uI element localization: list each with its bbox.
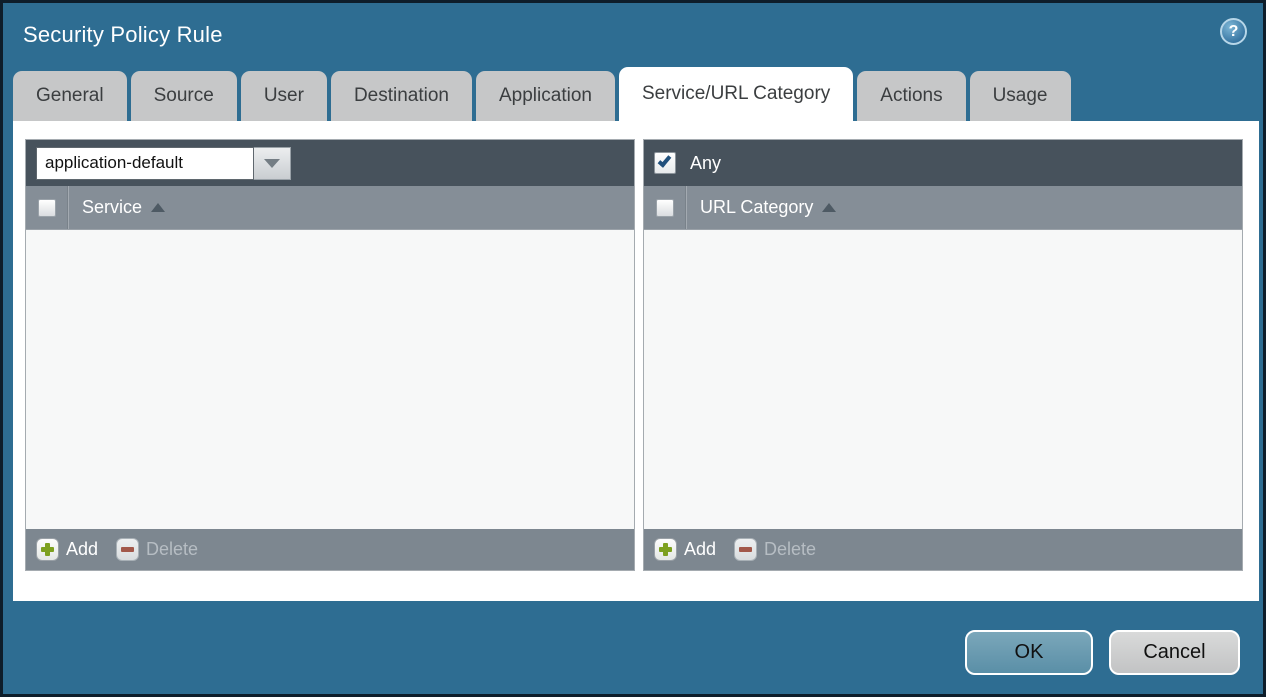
check-icon <box>658 153 672 167</box>
delete-icon <box>734 538 757 561</box>
security-policy-rule-dialog: Security Policy Rule ? General Source Us… <box>0 0 1266 697</box>
tab-usage[interactable]: Usage <box>970 71 1071 121</box>
url-category-toolbar: Any <box>644 140 1242 186</box>
any-label: Any <box>690 153 721 174</box>
service-add-button[interactable]: Add <box>36 538 98 561</box>
sort-ascending-icon[interactable] <box>822 203 836 212</box>
url-category-list-empty[interactable] <box>644 230 1242 529</box>
ok-button[interactable]: OK <box>965 630 1093 675</box>
url-category-select-all-checkbox[interactable] <box>656 199 674 217</box>
tab-destination[interactable]: Destination <box>331 71 472 121</box>
any-checkbox[interactable] <box>654 152 676 174</box>
service-column-header[interactable]: Service <box>82 197 142 218</box>
url-category-delete-button[interactable]: Delete <box>734 538 816 561</box>
service-list-empty[interactable] <box>26 230 634 529</box>
service-select-all-cell <box>26 186 68 229</box>
delete-icon <box>116 538 139 561</box>
service-panel: application-default Service <box>25 139 635 571</box>
tab-application[interactable]: Application <box>476 71 615 121</box>
service-select-all-checkbox[interactable] <box>38 199 56 217</box>
tab-source[interactable]: Source <box>131 71 237 121</box>
service-table-header: Service <box>26 186 634 230</box>
tab-service-url-category[interactable]: Service/URL Category <box>619 67 853 121</box>
dropdown-arrow-button[interactable] <box>254 147 291 180</box>
add-icon <box>654 538 677 561</box>
url-category-select-all-cell <box>644 186 686 229</box>
tab-content-area: application-default Service <box>13 121 1259 601</box>
add-icon <box>36 538 59 561</box>
url-category-table-header: URL Category <box>644 186 1242 230</box>
service-delete-button[interactable]: Delete <box>116 538 198 561</box>
service-type-value[interactable]: application-default <box>36 147 254 180</box>
tab-actions[interactable]: Actions <box>857 71 965 121</box>
sort-ascending-icon[interactable] <box>151 203 165 212</box>
url-category-panel: Any URL Category Add <box>643 139 1243 571</box>
url-category-footer: Add Delete <box>644 529 1242 570</box>
service-type-dropdown[interactable]: application-default <box>36 147 291 180</box>
url-category-add-button[interactable]: Add <box>654 538 716 561</box>
cancel-button[interactable]: Cancel <box>1109 630 1240 675</box>
tab-user[interactable]: User <box>241 71 327 121</box>
chevron-down-icon <box>264 159 280 168</box>
dialog-title: Security Policy Rule <box>23 22 223 48</box>
tab-strip: General Source User Destination Applicat… <box>13 71 1071 121</box>
help-icon[interactable]: ? <box>1220 18 1247 45</box>
title-bar: Security Policy Rule ? <box>3 3 1263 68</box>
tab-general[interactable]: General <box>13 71 127 121</box>
url-category-column-header[interactable]: URL Category <box>700 197 813 218</box>
service-toolbar: application-default <box>26 140 634 186</box>
service-footer: Add Delete <box>26 529 634 570</box>
